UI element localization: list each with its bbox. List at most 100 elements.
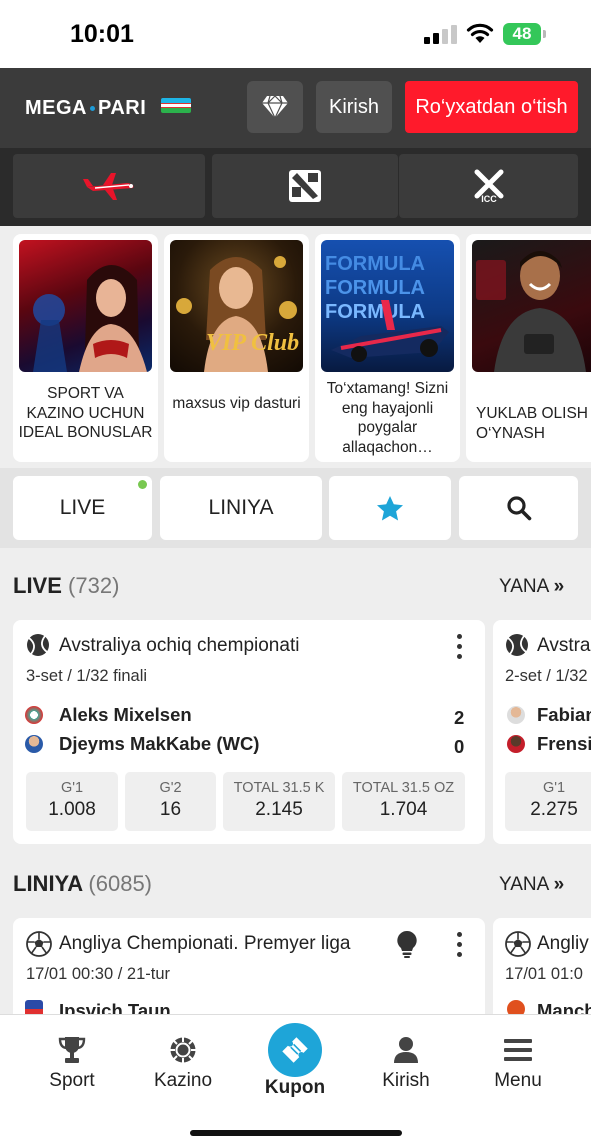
lightbulb-icon[interactable] (396, 930, 418, 958)
promo-card-formula[interactable]: FORMULA FORMULA FORMULA To‘xtamang! Sizn… (315, 234, 460, 462)
match-tournament: Avstra (537, 635, 591, 656)
team1-name: Aleks Mixelsen (59, 704, 192, 725)
nav-kirish[interactable]: Kirish (361, 1035, 451, 1092)
team2-avatar (25, 735, 43, 753)
promo-card-download[interactable]: YUKLAB OLISH VA O‘YNASH (466, 234, 591, 462)
team2-name: Frensi (537, 733, 591, 754)
promo-text-vip: maxsus vip dasturi (172, 395, 301, 412)
chevrons-right-icon: » (553, 874, 565, 895)
live-match-card-partial[interactable]: Avstra 2-set / 1/32 Fabian Frensi G'1 2.2… (493, 620, 591, 844)
tab-liniya[interactable]: LINIYA (160, 476, 322, 540)
tab-liniya-label: LINIYA (208, 496, 274, 519)
tab-live-label: LIVE (59, 496, 106, 519)
liniya-match-card-partial[interactable]: Angliy 17/01 01:0 Manch (493, 918, 591, 1028)
team1-avatar (507, 706, 525, 724)
match-tournament: Angliy (537, 933, 589, 954)
more-options-icon[interactable] (456, 932, 462, 958)
nav-sport[interactable]: Sport (27, 1035, 117, 1092)
match-tournament: Angliya Chempionati. Premyer liga (59, 933, 351, 954)
nav-kazino-label: Kazino (153, 1070, 213, 1091)
home-indicator (190, 1130, 402, 1136)
login-button[interactable]: Kirish (316, 81, 392, 133)
bottom-navigation: Sport Kazino Kupon Kirish Menu (0, 1014, 591, 1148)
promo-text-download: YUKLAB OLISH VA O‘YNASH (476, 405, 591, 442)
hamburger-menu-icon (504, 1039, 532, 1061)
quick-game-cricket[interactable]: ICC (399, 154, 578, 218)
tab-live[interactable]: LIVE (13, 476, 152, 540)
nav-menu[interactable]: Menu (473, 1035, 563, 1092)
tab-favorites[interactable] (329, 476, 451, 540)
football-icon (505, 931, 531, 957)
ticket-icon (282, 1037, 308, 1063)
odd-button-g1[interactable]: G'1 2.275 (505, 772, 591, 831)
status-time: 10:01 (70, 20, 134, 48)
promo-card-vip[interactable]: VIP Club maxsus vip dasturi (164, 234, 309, 462)
match-stage: 3-set / 1/32 finali (26, 667, 148, 685)
svg-text:FORMULA: FORMULA (325, 253, 425, 275)
user-icon (394, 1037, 418, 1063)
chevrons-right-icon: » (553, 576, 565, 597)
match-date: 17/01 01:0 (505, 965, 583, 983)
promo-image-vip: VIP Club (170, 240, 303, 372)
nav-menu-label: Menu (494, 1070, 542, 1091)
nav-sport-label: Sport (49, 1070, 95, 1091)
diamond-icon (262, 95, 288, 119)
uzbekistan-flag-icon[interactable] (161, 98, 191, 113)
promo-card-bonus[interactable]: SPORT VA KAZINO UCHUN IDEAL BONUSLAR (13, 234, 158, 462)
battery-icon: 48 (503, 23, 546, 45)
team1-name: Fabian (537, 704, 591, 725)
liniya-section-count: (6085) (88, 871, 152, 896)
odd-button-g1[interactable]: G'1 1.008 (26, 772, 118, 831)
live-section-title: LIVE (732) (13, 573, 120, 598)
promo-image-bonus (19, 240, 152, 372)
status-bar: 10:01 48 (0, 0, 591, 68)
match-tournament: Avstraliya ochiq chempionati (59, 635, 300, 656)
odd-button-total-under[interactable]: TOTAL 31.5 OZ 1.704 (342, 772, 465, 831)
tab-search[interactable] (459, 476, 578, 540)
casino-chip-icon (170, 1037, 196, 1063)
nav-kupon-button[interactable] (268, 1023, 322, 1077)
promo-text-bonus: SPORT VA KAZINO UCHUN IDEAL BONUSLAR (18, 385, 153, 441)
live-more-link[interactable]: YANA » (499, 576, 564, 598)
aviator-plane-icon (83, 173, 134, 200)
promo-carousel[interactable]: SPORT VA KAZINO UCHUN IDEAL BONUSLAR VIP… (0, 226, 591, 468)
trophy-icon (58, 1037, 86, 1063)
liniya-section-title: LINIYA (6085) (13, 871, 152, 896)
register-button[interactable]: Ro‘yxatdan o‘tish (405, 81, 578, 133)
football-icon (26, 931, 52, 957)
vip-diamond-button[interactable] (247, 81, 303, 133)
live-match-card[interactable]: Avstraliya ochiq chempionati 3-set / 1/3… (13, 620, 485, 844)
app-header: MEGA PARI Kirish Ro‘yxatdan o‘tish (0, 68, 591, 148)
star-icon (377, 495, 403, 520)
svg-text:FORMULA: FORMULA (325, 301, 425, 323)
more-options-icon[interactable] (456, 634, 462, 660)
promo-image-download (472, 240, 591, 372)
promo-image-formula: FORMULA FORMULA FORMULA (321, 240, 454, 372)
live-indicator-dot (138, 480, 147, 489)
vip-club-logo-text: VIP Club (206, 330, 299, 356)
svg-text:ICC: ICC (481, 194, 497, 203)
nav-kazino[interactable]: Kazino (138, 1035, 228, 1092)
cellular-signal-icon (424, 24, 458, 44)
megapari-logo[interactable]: MEGA PARI (25, 97, 146, 120)
match-stage: 2-set / 1/32 (505, 667, 588, 685)
quick-games-bar: ICC (0, 148, 591, 226)
svg-text:FORMULA: FORMULA (325, 277, 425, 299)
team1-avatar (25, 706, 43, 724)
wifi-icon (466, 23, 494, 43)
team2-name: Djeyms MakKabe (WC) (59, 733, 260, 754)
odd-button-total-over[interactable]: TOTAL 31.5 K 2.145 (223, 772, 335, 831)
dota2-icon (289, 170, 321, 202)
match-date: 17/01 00:30 / 21-tur (26, 965, 171, 983)
promo-text-formula: To‘xtamang! Sizni eng hayajonli poygalar… (326, 380, 449, 456)
team1-score: 2 (454, 707, 465, 728)
tennis-ball-icon (27, 634, 49, 656)
liniya-more-link[interactable]: YANA » (499, 874, 564, 896)
liniya-match-card[interactable]: Angliya Chempionati. Premyer liga 17/01 … (13, 918, 485, 1028)
odd-button-g2[interactable]: G'2 16 (125, 772, 216, 831)
logo-right: PARI (98, 97, 147, 119)
quick-game-aviator[interactable] (13, 154, 205, 218)
tabs-row: LIVE LINIYA (0, 468, 591, 548)
logo-left: MEGA (25, 97, 87, 119)
quick-game-dota2[interactable] (212, 154, 398, 218)
